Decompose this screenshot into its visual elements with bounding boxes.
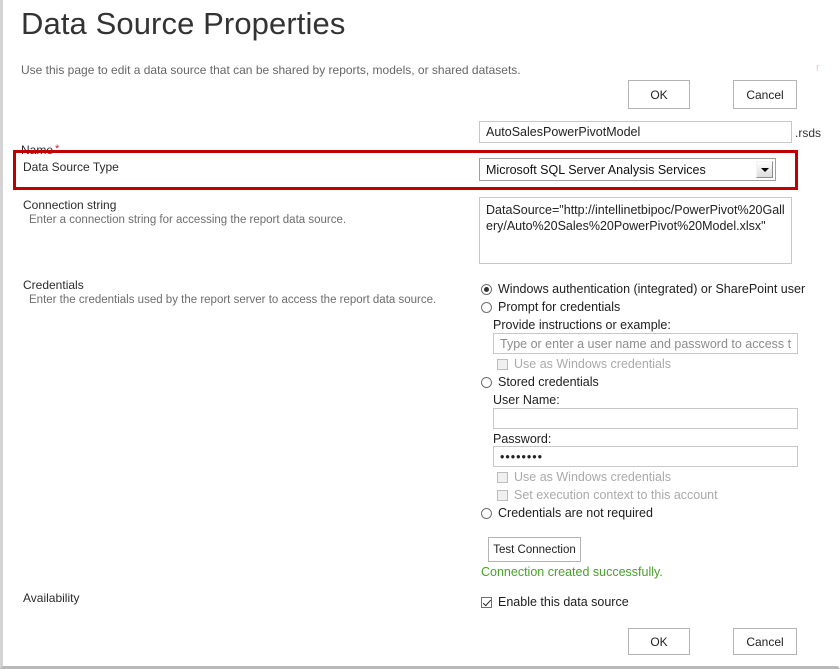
radio-windows-auth-indicator[interactable] xyxy=(481,283,492,295)
credentials-label: Credentials xyxy=(23,278,84,292)
checkbox-set-execution-context-box[interactable] xyxy=(497,489,508,501)
radio-prompt-credentials[interactable]: Prompt for credentials xyxy=(481,300,620,314)
user-name-input[interactable] xyxy=(493,408,798,429)
page-intro-text: Use this page to edit a data source that… xyxy=(21,63,521,77)
password-label: Password: xyxy=(493,432,552,446)
required-indicator: * xyxy=(55,143,60,155)
password-input[interactable] xyxy=(493,446,798,467)
page-title: Data Source Properties xyxy=(21,6,346,41)
connection-status-message: Connection created successfully. xyxy=(481,565,663,579)
data-source-properties-page: Data Source Properties Use this page to … xyxy=(0,0,840,669)
checkbox-prompt-use-windows-credentials[interactable]: Use as Windows credentials xyxy=(497,357,671,371)
radio-stored-credentials-indicator[interactable] xyxy=(481,376,492,388)
connection-string-label: Connection string xyxy=(23,198,117,212)
test-connection-button[interactable]: Test Connection xyxy=(488,537,581,562)
radio-windows-auth-label: Windows authentication (integrated) or S… xyxy=(498,282,806,296)
data-source-type-label: Data Source Type xyxy=(23,160,119,174)
radio-credentials-not-required-indicator[interactable] xyxy=(481,507,492,519)
radio-prompt-credentials-label: Prompt for credentials xyxy=(498,300,621,314)
data-source-type-selected-value: Microsoft SQL Server Analysis Services xyxy=(486,162,706,177)
checkbox-enable-data-source[interactable]: Enable this data source xyxy=(481,595,629,609)
checkbox-stored-use-windows-credentials-box[interactable] xyxy=(497,471,508,483)
user-name-label: User Name: xyxy=(493,393,560,407)
ok-button-top[interactable]: OK xyxy=(628,80,690,109)
cancel-button-bottom[interactable]: Cancel xyxy=(733,628,797,655)
radio-stored-credentials-label: Stored credentials xyxy=(498,375,599,389)
availability-label: Availability xyxy=(23,591,80,605)
name-label-text: Name xyxy=(21,143,54,157)
credentials-description: Enter the credentials used by the report… xyxy=(29,294,437,306)
name-input[interactable] xyxy=(479,121,792,143)
page-edge-artifact: r xyxy=(816,62,820,74)
data-source-type-dropdown[interactable]: Microsoft SQL Server Analysis Services xyxy=(479,158,776,181)
name-suffix: .rsds xyxy=(795,126,822,140)
chevron-down-icon[interactable] xyxy=(756,161,773,178)
checkbox-prompt-use-windows-credentials-label: Use as Windows credentials xyxy=(514,357,672,371)
prompt-instructions-label: Provide instructions or example: xyxy=(493,318,671,332)
connection-string-input[interactable] xyxy=(479,197,792,264)
connection-string-description: Enter a connection string for accessing … xyxy=(29,214,347,226)
radio-credentials-not-required[interactable]: Credentials are not required xyxy=(481,506,653,520)
checkbox-stored-use-windows-credentials-label: Use as Windows credentials xyxy=(514,470,672,484)
cancel-button-top[interactable]: Cancel xyxy=(733,80,797,109)
ok-button-bottom[interactable]: OK xyxy=(628,628,690,655)
radio-windows-auth[interactable]: Windows authentication (integrated) or S… xyxy=(481,282,805,296)
checkbox-enable-data-source-label: Enable this data source xyxy=(498,595,629,609)
checkbox-stored-use-windows-credentials[interactable]: Use as Windows credentials xyxy=(497,470,671,484)
checkbox-set-execution-context[interactable]: Set execution context to this account xyxy=(497,488,718,502)
checkbox-enable-data-source-box[interactable] xyxy=(481,596,492,608)
checkbox-set-execution-context-label: Set execution context to this account xyxy=(514,488,718,502)
checkbox-prompt-use-windows-credentials-box[interactable] xyxy=(497,358,508,370)
radio-credentials-not-required-label: Credentials are not required xyxy=(498,506,653,520)
radio-stored-credentials[interactable]: Stored credentials xyxy=(481,375,599,389)
name-label: Name * xyxy=(21,143,59,157)
prompt-instructions-input[interactable] xyxy=(493,333,798,354)
radio-prompt-credentials-indicator[interactable] xyxy=(481,301,492,313)
